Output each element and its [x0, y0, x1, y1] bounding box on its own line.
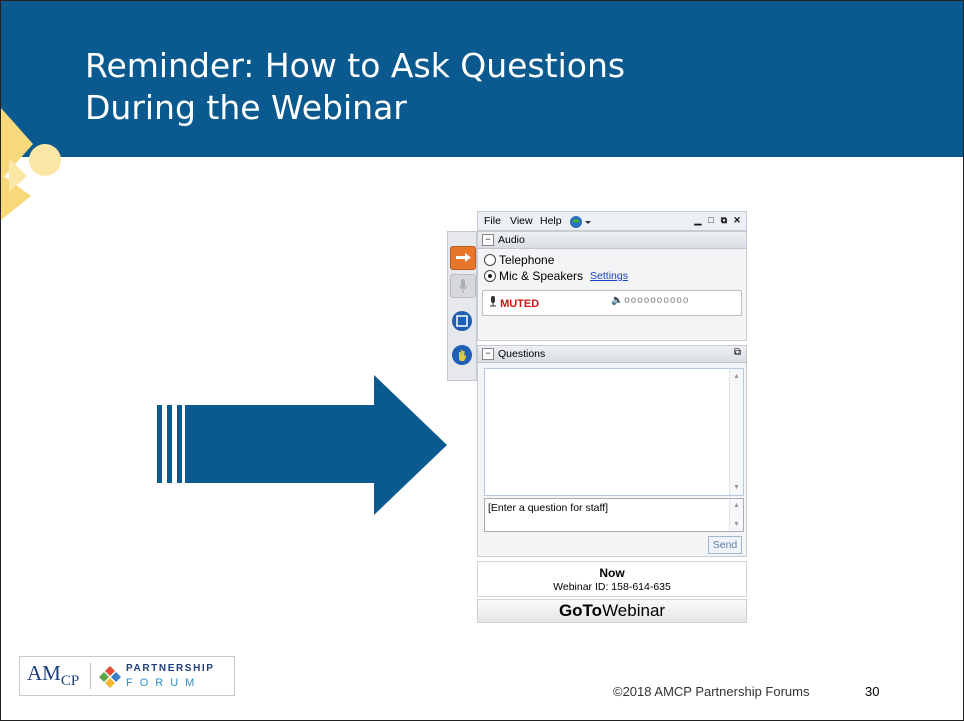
- questions-header-label: Questions: [498, 348, 546, 360]
- speaker-icon: 🔈: [611, 295, 624, 306]
- now-label: Now: [599, 566, 625, 580]
- forum-emblem-icon: [99, 666, 121, 688]
- partnership-label: PARTNERSHIP: [126, 663, 215, 674]
- send-button[interactable]: Send: [708, 536, 742, 554]
- audio-panel: − Audio Telephone Mic & Speakers Setting…: [477, 231, 747, 341]
- questions-header: − Questions ⧉: [478, 346, 746, 363]
- microphone-status-icon: [490, 296, 496, 307]
- menu-help[interactable]: Help: [540, 215, 562, 227]
- questions-scrollbar[interactable]: ▲ ▼: [729, 369, 743, 495]
- title-line-2: During the Webinar: [85, 88, 407, 127]
- brand-bold: GoTo: [558, 601, 603, 620]
- webinar-control-panel: File View Help ▁ □ ⧉ ✕ − Audio Telephone…: [447, 211, 747, 625]
- mic-speakers-option[interactable]: Mic & Speakers Settings: [484, 269, 628, 283]
- settings-link[interactable]: Settings: [590, 270, 628, 282]
- copyright-footer: ©2018 AMCP Partnership Forums: [613, 684, 810, 699]
- pointer-arrow-icon: [157, 375, 447, 515]
- muted-status[interactable]: MUTED: [489, 296, 539, 310]
- volume-meter: 🔈oooooooooo: [611, 295, 690, 306]
- questions-panel: − Questions ⧉ ▲ ▼ [Enter a question for …: [477, 345, 747, 557]
- menu-bar: File View Help ▁ □ ⧉ ✕: [477, 211, 747, 231]
- scroll-up-icon[interactable]: ▲: [733, 373, 740, 380]
- slide-title: Reminder: How to Ask Questions During th…: [85, 45, 625, 129]
- microphone-icon[interactable]: [450, 274, 476, 298]
- restore-icon[interactable]: ⧉: [719, 215, 729, 226]
- minimize-icon[interactable]: ▁: [693, 215, 703, 226]
- session-status: Now Webinar ID: 158-614-635: [477, 561, 747, 597]
- input-scroll-up-icon[interactable]: ▲: [733, 502, 740, 509]
- window-controls: ▁ □ ⧉ ✕: [693, 215, 742, 226]
- menu-view[interactable]: View: [510, 215, 533, 227]
- audio-header: − Audio: [478, 232, 746, 249]
- collapse-questions-icon[interactable]: −: [482, 348, 494, 360]
- muted-label: MUTED: [500, 298, 540, 310]
- amcp-logo-text: AMCP: [27, 661, 80, 690]
- brand-rest: Webinar: [602, 601, 666, 620]
- title-bar: Reminder: How to Ask Questions During th…: [1, 1, 963, 157]
- menu-file[interactable]: File: [484, 215, 501, 227]
- page-number: 30: [865, 684, 880, 699]
- audio-header-label: Audio: [498, 234, 525, 246]
- forum-label: FORUM: [126, 677, 202, 689]
- globe-icon[interactable]: [570, 215, 592, 229]
- mic-speakers-label: Mic & Speakers: [499, 269, 584, 283]
- raise-hand-icon[interactable]: [450, 344, 474, 366]
- telephone-radio[interactable]: [484, 254, 496, 266]
- collapse-audio-icon[interactable]: −: [482, 234, 494, 246]
- question-placeholder: [Enter a question for staff]: [488, 502, 609, 514]
- popout-icon[interactable]: ⧉: [734, 347, 741, 358]
- gotowebinar-logo: GoToWebinar: [477, 599, 747, 623]
- arrow-right-icon[interactable]: [450, 246, 476, 270]
- slide: Reminder: How to Ask Questions During th…: [0, 0, 964, 721]
- input-scrollbar[interactable]: ▲ ▼: [729, 499, 743, 531]
- maximize-icon[interactable]: □: [706, 215, 716, 226]
- audio-status: MUTED 🔈oooooooooo: [482, 290, 742, 316]
- title-line-1: Reminder: How to Ask Questions: [85, 46, 626, 85]
- amcp-partnership-forum-logo: AMCP PARTNERSHIP FORUM: [19, 656, 235, 696]
- mic-speakers-radio[interactable]: [484, 270, 496, 282]
- input-scroll-down-icon[interactable]: ▼: [733, 521, 740, 528]
- close-icon[interactable]: ✕: [732, 215, 742, 226]
- screen-icon[interactable]: [450, 310, 474, 332]
- telephone-label: Telephone: [499, 253, 555, 267]
- scroll-down-icon[interactable]: ▼: [733, 484, 740, 491]
- question-input[interactable]: [Enter a question for staff] ▲ ▼: [484, 498, 744, 532]
- logo-divider: [90, 663, 91, 689]
- side-toolbar: [447, 231, 477, 381]
- questions-log[interactable]: ▲ ▼: [484, 368, 744, 496]
- telephone-option[interactable]: Telephone: [484, 253, 554, 267]
- decorative-diamond-icon: [1, 108, 61, 220]
- webinar-id: Webinar ID: 158-614-635: [553, 581, 671, 593]
